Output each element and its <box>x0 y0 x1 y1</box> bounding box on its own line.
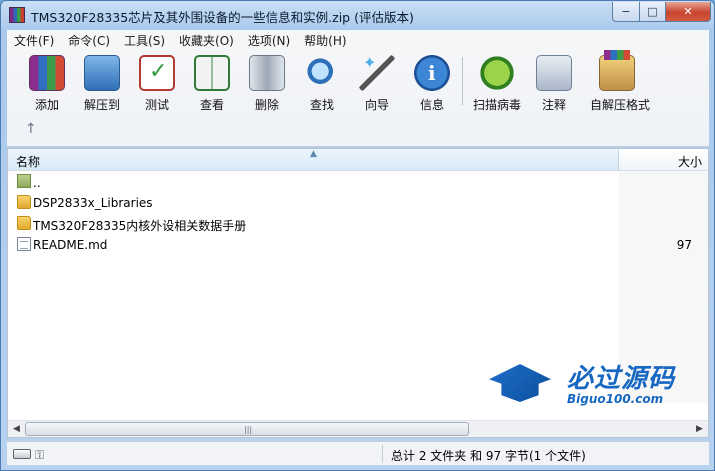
menu-help[interactable]: 帮助(H) <box>297 32 353 49</box>
sfx-button[interactable]: 自解压格式 <box>590 50 651 113</box>
magic-wand-icon <box>359 53 395 91</box>
comment-button[interactable]: 注释 <box>527 55 581 113</box>
status-summary: 总计 2 文件夹 和 97 字节(1 个文件) <box>391 449 586 463</box>
magnifier-icon <box>304 55 340 91</box>
delete-label: 删除 <box>254 98 279 112</box>
column-name[interactable]: 名称 ▲ <box>8 149 619 170</box>
maximize-button[interactable]: □ <box>639 2 666 22</box>
horizontal-scrollbar[interactable]: ◀ ||| ▶ <box>8 420 708 437</box>
list-item[interactable]: TMS320F28335内核外设相关数据手册 <box>8 213 708 234</box>
info-icon <box>414 55 450 91</box>
up-arrow-icon[interactable]: ↑ <box>25 121 37 137</box>
scan-virus-button[interactable]: 扫描病毒 <box>470 55 524 113</box>
column-name-label: 名称 <box>16 155 41 169</box>
file-name: .. <box>33 176 41 190</box>
scroll-left-icon[interactable]: ◀ <box>8 421 25 437</box>
info-label: 信息 <box>419 98 444 112</box>
menu-file[interactable]: 文件(F) <box>7 32 61 49</box>
menu-tools[interactable]: 工具(S) <box>117 32 172 49</box>
file-name: TMS320F28335内核外设相关数据手册 <box>33 219 247 233</box>
size-cell <box>619 213 708 234</box>
minimize-button[interactable]: − <box>612 2 640 22</box>
trash-bin-icon <box>249 55 285 91</box>
folder-icon <box>17 216 31 230</box>
close-button[interactable]: ✕ <box>665 2 711 22</box>
find-label: 查找 <box>309 98 334 112</box>
size-cell <box>619 192 708 213</box>
folder-icon <box>17 195 31 209</box>
sort-ascending-icon: ▲ <box>310 149 317 159</box>
parent-folder-icon <box>17 174 31 188</box>
document-icon <box>17 237 31 251</box>
watermark-text: 必过源码 <box>567 364 676 394</box>
menu-bar: 文件(F) 命令(C) 工具(S) 收藏夹(O) 选项(N) 帮助(H) <box>7 30 709 51</box>
toolbar: 添加 解压到 测试 查看 删除 查找 向导 信息 <box>7 50 709 147</box>
extract-folder-icon <box>84 55 120 91</box>
test-label: 测试 <box>144 98 169 112</box>
view-book-icon <box>194 55 230 91</box>
size-cell <box>619 234 708 255</box>
status-bar: ⚿ 总计 2 文件夹 和 97 字节(1 个文件) <box>7 441 709 465</box>
add-label: 添加 <box>34 98 59 112</box>
test-clipboard-icon <box>139 55 175 91</box>
menu-commands[interactable]: 命令(C) <box>61 32 117 49</box>
file-rows: .. DSP2833x_Libraries TMS320F28335内核外设相关… <box>8 171 708 255</box>
scroll-thumb[interactable]: ||| <box>25 422 469 436</box>
status-divider <box>382 445 383 463</box>
window-title: TMS320F28335芯片及其外围设备的一些信息和实例.zip (评估版本) <box>31 10 414 25</box>
file-name: README.md <box>33 238 108 252</box>
list-item[interactable]: .. <box>8 171 708 192</box>
find-button[interactable]: 查找 <box>295 55 349 113</box>
watermark-url: Biguo100.com <box>567 392 664 406</box>
list-item[interactable]: README.md 97 <box>8 234 708 255</box>
winrar-app-icon <box>9 7 25 23</box>
comment-label: 注释 <box>541 98 566 112</box>
menu-options[interactable]: 选项(N) <box>241 32 297 49</box>
test-button[interactable]: 测试 <box>130 55 184 113</box>
view-button[interactable]: 查看 <box>185 55 239 113</box>
scroll-grip-icon: ||| <box>244 425 253 434</box>
wizard-button[interactable]: 向导 <box>350 53 404 113</box>
wizard-label: 向导 <box>364 98 389 112</box>
column-header: 名称 ▲ 大小 <box>8 149 708 171</box>
delete-button[interactable]: 删除 <box>240 55 294 113</box>
add-button[interactable]: 添加 <box>20 55 74 113</box>
size-cell <box>619 171 708 192</box>
file-size: 97 <box>676 238 692 252</box>
add-archive-icon <box>29 55 65 91</box>
column-size[interactable]: 大小 <box>620 149 708 170</box>
extract-to-button[interactable]: 解压到 <box>75 55 129 113</box>
scan-virus-label: 扫描病毒 <box>472 98 521 112</box>
sfx-label: 自解压格式 <box>590 98 651 112</box>
drive-icon <box>13 449 31 459</box>
info-button[interactable]: 信息 <box>405 55 459 113</box>
sfx-box-icon <box>599 50 635 91</box>
site-watermark: 必过源码 Biguo100.com <box>489 358 689 414</box>
key-icon: ⚿ <box>35 448 45 462</box>
list-item[interactable]: DSP2833x_Libraries <box>8 192 708 213</box>
scroll-right-icon[interactable]: ▶ <box>691 421 708 437</box>
menu-favorites[interactable]: 收藏夹(O) <box>172 32 241 49</box>
view-label: 查看 <box>199 98 224 112</box>
title-bar[interactable]: TMS320F28335芯片及其外围设备的一些信息和实例.zip (评估版本) … <box>1 1 714 29</box>
winrar-window: TMS320F28335芯片及其外围设备的一些信息和实例.zip (评估版本) … <box>0 0 715 471</box>
virus-scan-icon <box>479 55 515 91</box>
file-name: DSP2833x_Libraries <box>33 196 153 210</box>
extract-to-label: 解压到 <box>83 98 120 112</box>
graduation-cap-icon <box>489 364 551 402</box>
comment-icon <box>536 55 572 91</box>
toolbar-separator <box>462 57 463 105</box>
